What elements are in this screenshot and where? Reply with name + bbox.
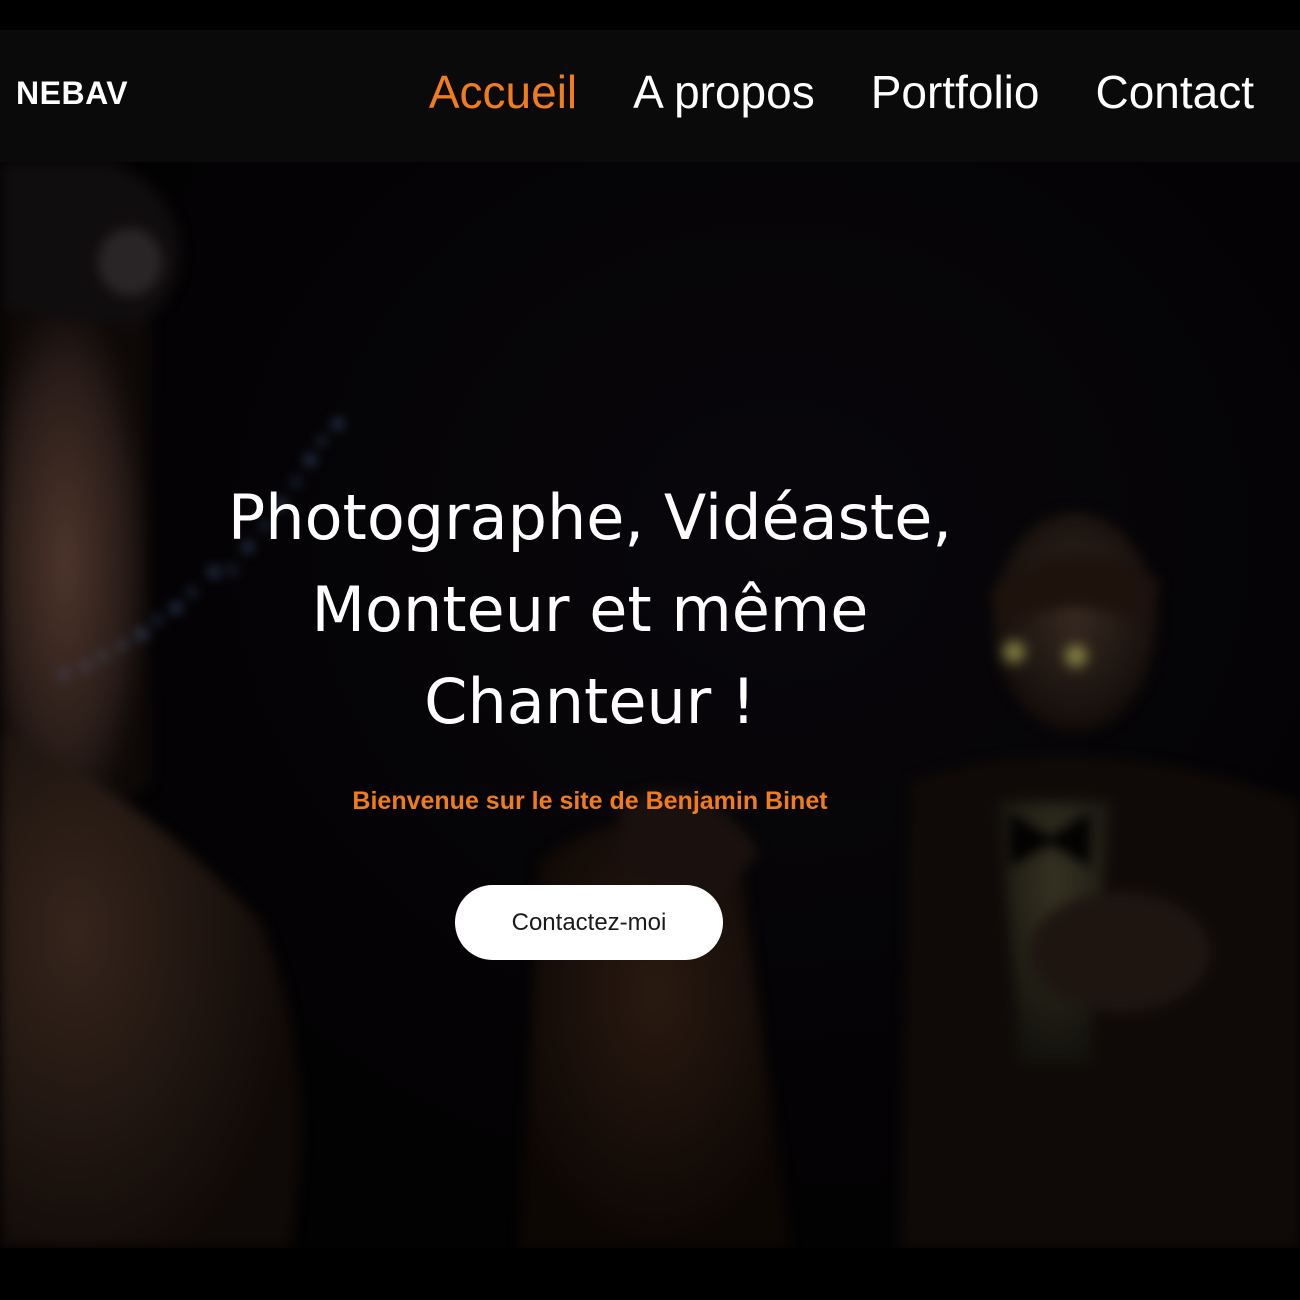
brand-logo[interactable]: NEBAV bbox=[16, 74, 128, 112]
nav-link-portfolio[interactable]: Portfolio bbox=[871, 64, 1040, 120]
headline-line-2: Monteur et même bbox=[311, 573, 869, 646]
nav-link-a-propos[interactable]: A propos bbox=[633, 64, 815, 120]
nav-link-contact[interactable]: Contact bbox=[1095, 64, 1254, 120]
hero-headline: Photographe, Vidéaste, Monteur et même C… bbox=[190, 472, 990, 748]
navbar: NEBAV Accueil A propos Portfolio Contact bbox=[0, 30, 1300, 162]
headline-line-3: Chanteur ! bbox=[424, 665, 756, 738]
nav-link-accueil[interactable]: Accueil bbox=[429, 64, 577, 120]
page: NEBAV Accueil A propos Portfolio Contact bbox=[0, 0, 1300, 1300]
hero-subtitle: Bienvenue sur le site de Benjamin Binet bbox=[352, 787, 828, 815]
hero-section: Photographe, Vidéaste, Monteur et même C… bbox=[0, 162, 1300, 1248]
contact-me-button[interactable]: Contactez-moi bbox=[455, 885, 723, 960]
headline-line-1: Photographe, Vidéaste, bbox=[227, 481, 953, 554]
main-nav: Accueil A propos Portfolio Contact bbox=[373, 64, 1254, 120]
